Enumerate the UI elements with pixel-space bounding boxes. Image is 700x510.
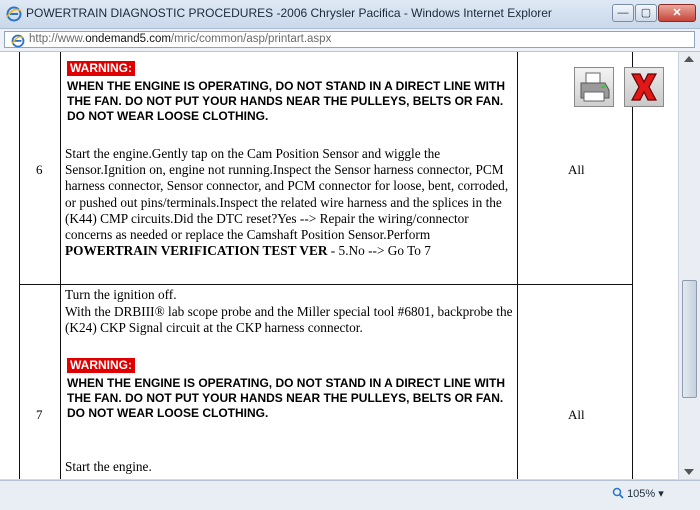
table-row-divider bbox=[19, 284, 633, 285]
url-prefix: http://www. bbox=[29, 33, 86, 45]
scroll-down-arrow-icon[interactable] bbox=[684, 469, 694, 475]
applies-value: All bbox=[568, 162, 585, 177]
zoom-level: 105% bbox=[627, 488, 656, 500]
magnifier-icon bbox=[612, 487, 624, 499]
warning-label: WARNING: bbox=[67, 61, 135, 76]
table-border-col1 bbox=[60, 52, 61, 479]
address-bar: http://www.ondemand5.com/mric/common/asp… bbox=[0, 29, 700, 52]
chevron-down-icon: ▾ bbox=[658, 488, 664, 500]
scrollbar-thumb[interactable] bbox=[682, 280, 697, 398]
url-text: http://www.ondemand5.com/mric/common/asp… bbox=[29, 33, 331, 45]
row-number: 7 bbox=[36, 407, 43, 422]
red-x-close-icon bbox=[630, 73, 658, 101]
table-border-right bbox=[632, 52, 633, 479]
url-field[interactable]: http://www.ondemand5.com/mric/common/asp… bbox=[4, 31, 695, 48]
print-button[interactable] bbox=[574, 67, 614, 107]
url-path: /mric/common/asp/printart.aspx bbox=[170, 33, 332, 45]
vertical-scrollbar[interactable] bbox=[678, 52, 700, 479]
applies-value: All bbox=[568, 407, 585, 422]
ie-icon bbox=[6, 6, 22, 22]
scroll-up-arrow-icon[interactable] bbox=[684, 56, 694, 62]
warning-label: WARNING: bbox=[67, 358, 135, 373]
table-border-col2 bbox=[517, 52, 518, 479]
close-window-button[interactable]: ✕ bbox=[658, 4, 696, 22]
procedure-body: Start the engine.Gently tap on the Cam P… bbox=[65, 146, 509, 243]
printer-icon bbox=[580, 72, 610, 102]
table-border-left bbox=[19, 52, 20, 479]
warning-text: WHEN THE ENGINE IS OPERATING, DO NOT STA… bbox=[67, 376, 505, 420]
minimize-button[interactable]: — bbox=[612, 4, 634, 22]
procedure-link[interactable]: POWERTRAIN VERIFICATION TEST VER bbox=[65, 243, 327, 258]
close-page-button[interactable] bbox=[624, 67, 664, 107]
zoom-control[interactable]: 105% ▾ bbox=[612, 487, 664, 500]
procedure-text: Start the engine.Gently tap on the Cam P… bbox=[65, 146, 517, 259]
procedure-step: Start the engine. bbox=[65, 459, 152, 474]
ie-icon bbox=[11, 34, 25, 48]
window-titlebar: POWERTRAIN DIAGNOSTIC PROCEDURES -2006 C… bbox=[0, 0, 700, 29]
procedure-step: Turn the ignition off. bbox=[65, 287, 177, 302]
page-content: 6 WARNING: WHEN THE ENGINE IS OPERATING,… bbox=[0, 52, 678, 479]
row-number: 6 bbox=[36, 162, 43, 177]
procedure-tail: - 5.No --> Go To 7 bbox=[327, 243, 431, 259]
procedure-step: With the DRBIII® lab scope probe and the… bbox=[65, 304, 513, 336]
warning-text: WHEN THE ENGINE IS OPERATING, DO NOT STA… bbox=[67, 79, 505, 123]
maximize-button[interactable]: ▢ bbox=[635, 4, 657, 22]
window-title: POWERTRAIN DIAGNOSTIC PROCEDURES -2006 C… bbox=[26, 6, 552, 20]
url-domain: ondemand5.com bbox=[85, 33, 171, 45]
status-bar: 105% ▾ bbox=[0, 480, 700, 510]
